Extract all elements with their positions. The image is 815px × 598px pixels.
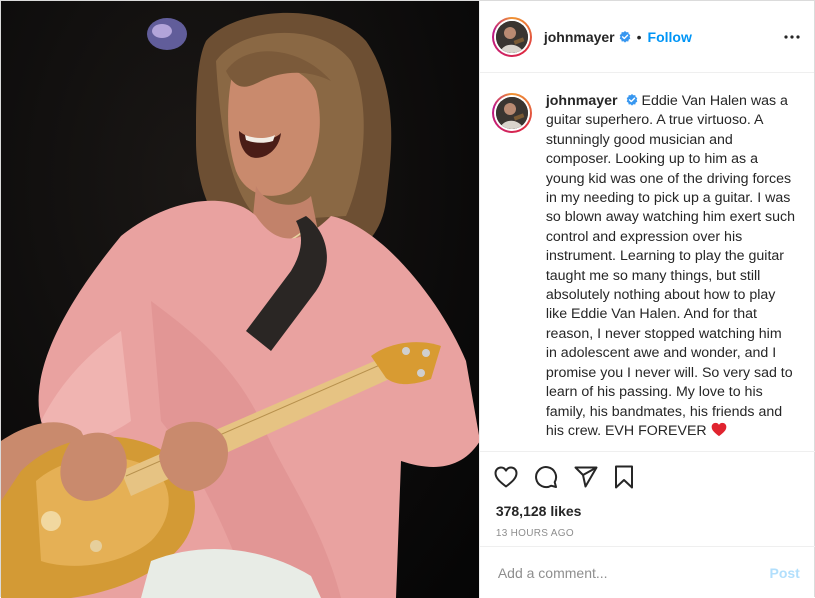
instagram-post: johnmayer • Follow johnmayer Eddie Van H… [0, 0, 815, 598]
avatar-image [495, 97, 528, 129]
caption-avatar[interactable] [491, 93, 532, 133]
avatar[interactable] [491, 16, 532, 57]
caption-username[interactable]: johnmayer [546, 93, 618, 109]
comment-box: Post [479, 546, 815, 598]
actions-section: 378,128 likes 13 HOURS AGO [479, 451, 815, 541]
like-button[interactable] [494, 466, 518, 488]
more-options-icon[interactable] [784, 34, 800, 39]
guitarist-photo-illustration [1, 12, 479, 598]
verified-badge-icon [619, 30, 630, 43]
save-button[interactable] [614, 465, 634, 489]
heart-icon [494, 466, 518, 488]
comment-button[interactable] [534, 465, 558, 489]
separator-dot: • [636, 28, 642, 45]
post-header: johnmayer • Follow [479, 1, 814, 73]
caption-section: johnmayer Eddie Van Halen was a guitar s… [480, 73, 814, 451]
comment-input[interactable] [495, 563, 762, 582]
follow-button[interactable]: Follow [648, 29, 692, 45]
comment-bubble-icon [534, 466, 557, 489]
action-icons-row [480, 452, 815, 502]
post-username[interactable]: johnmayer [544, 29, 615, 45]
post-timestamp[interactable]: 13 HOURS AGO [480, 527, 815, 541]
caption-body: Eddie Van Halen was a guitar superhero. … [545, 93, 796, 439]
caption-text: johnmayer Eddie Van Halen was a guitar s… [546, 92, 796, 451]
verified-badge-icon [626, 94, 637, 106]
share-button[interactable] [574, 466, 598, 488]
likes-count[interactable]: 378,128 likes [480, 501, 815, 521]
post-comment-button[interactable]: Post [769, 565, 799, 581]
paper-plane-icon [574, 466, 598, 488]
post-side-panel: johnmayer • Follow johnmayer Eddie Van H… [478, 1, 815, 598]
heart-emoji-icon [711, 422, 726, 437]
bookmark-icon [614, 465, 633, 489]
post-photo[interactable] [1, 1, 479, 598]
avatar-image [495, 20, 528, 53]
